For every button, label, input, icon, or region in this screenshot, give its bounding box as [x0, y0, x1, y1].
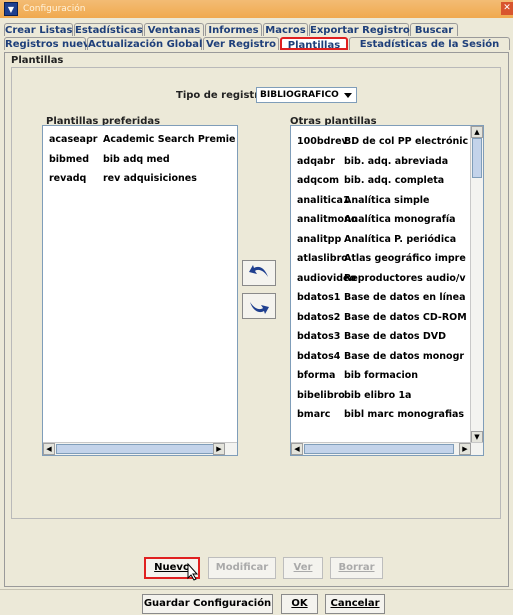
cancel-button[interactable]: Cancelar	[325, 594, 385, 614]
tab-exportar-registros[interactable]: Exportar Registros	[309, 23, 416, 36]
horizontal-scrollbar[interactable]: ◀ ▶	[43, 442, 237, 455]
close-icon[interactable]: ✕	[501, 2, 513, 15]
scroll-thumb[interactable]	[304, 444, 454, 454]
move-left-icon	[249, 265, 268, 277]
record-type-value: BIBLIOGRAFICO	[260, 90, 339, 100]
list-item[interactable]: bdatos3 Base de datos DVD	[291, 327, 471, 347]
list-item[interactable]: bibelibro bib elibro 1a	[291, 386, 471, 406]
scroll-up-icon[interactable]: ▲	[471, 126, 483, 138]
move-left-button[interactable]	[242, 260, 276, 286]
scroll-right-icon[interactable]: ▶	[459, 443, 471, 455]
preferred-list[interactable]: acaseapr Academic Search Premie bibmed b…	[42, 125, 238, 456]
tab-crear-listas[interactable]: Crear Listas	[4, 23, 73, 36]
tab-estadisticas[interactable]: Estadísticas	[74, 23, 143, 36]
tab-row-top: Crear Listas Estadísticas Ventanas Infor…	[4, 23, 459, 37]
list-item[interactable]: audiovideo Reproductores audio/v	[291, 269, 471, 289]
move-right-button[interactable]	[242, 293, 276, 319]
window-title: Configuración	[23, 4, 86, 14]
scroll-thumb[interactable]	[472, 138, 482, 178]
record-type-select[interactable]: BIBLIOGRAFICO	[256, 87, 357, 103]
list-item[interactable]: atlaslibro Atlas geográfico impre	[291, 249, 471, 269]
tab-informes[interactable]: Informes	[205, 23, 262, 36]
delete-button[interactable]: Borrar	[330, 557, 383, 579]
other-list[interactable]: 100bdrev BD de col PP electrónic adqabr bi…	[290, 125, 484, 456]
scroll-thumb[interactable]	[56, 444, 214, 454]
list-item[interactable]: analitmono Analítica monografía	[291, 210, 471, 230]
tab-registros-nuevos[interactable]: Registros nuevos	[4, 37, 102, 50]
title-bar: ▼ Configuración ✕	[0, 0, 513, 18]
chevron-down-icon	[344, 93, 352, 98]
list-item[interactable]: analitpp Analítica P. periódica	[291, 230, 471, 250]
tab-estadisticas-sesion[interactable]: Estadísticas de la Sesión	[349, 37, 510, 50]
horizontal-scrollbar[interactable]: ◀ ▶	[291, 442, 483, 455]
list-item[interactable]: bmarc bibl marc monografias	[291, 405, 471, 425]
list-item[interactable]: bdatos2 Base de datos CD-ROM	[291, 308, 471, 328]
list-item[interactable]: adqcom bib. adq. completa	[291, 171, 471, 191]
ok-button[interactable]: OK	[281, 594, 318, 614]
list-item[interactable]: bibmed bib adq med	[43, 150, 237, 170]
list-item[interactable]: bdatos4 Base de datos monogr	[291, 347, 471, 367]
modify-button[interactable]: Modificar	[208, 557, 276, 579]
view-button[interactable]: Ver	[283, 557, 323, 579]
scroll-left-icon[interactable]: ◀	[291, 443, 303, 455]
scroll-left-icon[interactable]: ◀	[43, 443, 55, 455]
app-icon: ▼	[4, 2, 18, 16]
list-item[interactable]: analitica1 Analítica simple	[291, 191, 471, 211]
mouse-cursor-icon	[187, 563, 199, 581]
group-title: Plantillas	[11, 55, 64, 66]
tab-ver-registro[interactable]: Ver Registro	[203, 37, 279, 50]
tab-row-bottom: Registros nuevos Actualización Global Ve…	[4, 37, 511, 51]
move-right-icon	[250, 302, 269, 314]
record-type-label: Tipo de registro	[176, 90, 267, 101]
vertical-scrollbar[interactable]: ▲ ▼	[470, 126, 483, 443]
tab-ventanas[interactable]: Ventanas	[144, 23, 204, 36]
list-item[interactable]: 100bdrev BD de col PP electrónic	[291, 132, 471, 152]
list-item[interactable]: acaseapr Academic Search Premie	[43, 130, 237, 150]
tab-buscar[interactable]: Buscar	[410, 23, 458, 36]
tab-macros[interactable]: Macros	[263, 23, 308, 36]
list-item[interactable]: bdatos1 Base de datos en línea	[291, 288, 471, 308]
scroll-right-icon[interactable]: ▶	[213, 443, 225, 455]
save-config-button[interactable]: Guardar Configuración	[142, 594, 273, 614]
list-item[interactable]: adqabr bib. adq. abreviada	[291, 152, 471, 172]
other-list-rows: 100bdrev BD de col PP electrónic adqabr bi…	[291, 132, 471, 425]
tab-actualizacion-global[interactable]: Actualización Global	[87, 37, 202, 50]
list-item[interactable]: revadq rev adquisiciones	[43, 169, 237, 189]
footer-divider	[0, 589, 513, 590]
tab-plantillas[interactable]: Plantillas	[280, 37, 348, 51]
list-item[interactable]: bforma bib formacion	[291, 366, 471, 386]
